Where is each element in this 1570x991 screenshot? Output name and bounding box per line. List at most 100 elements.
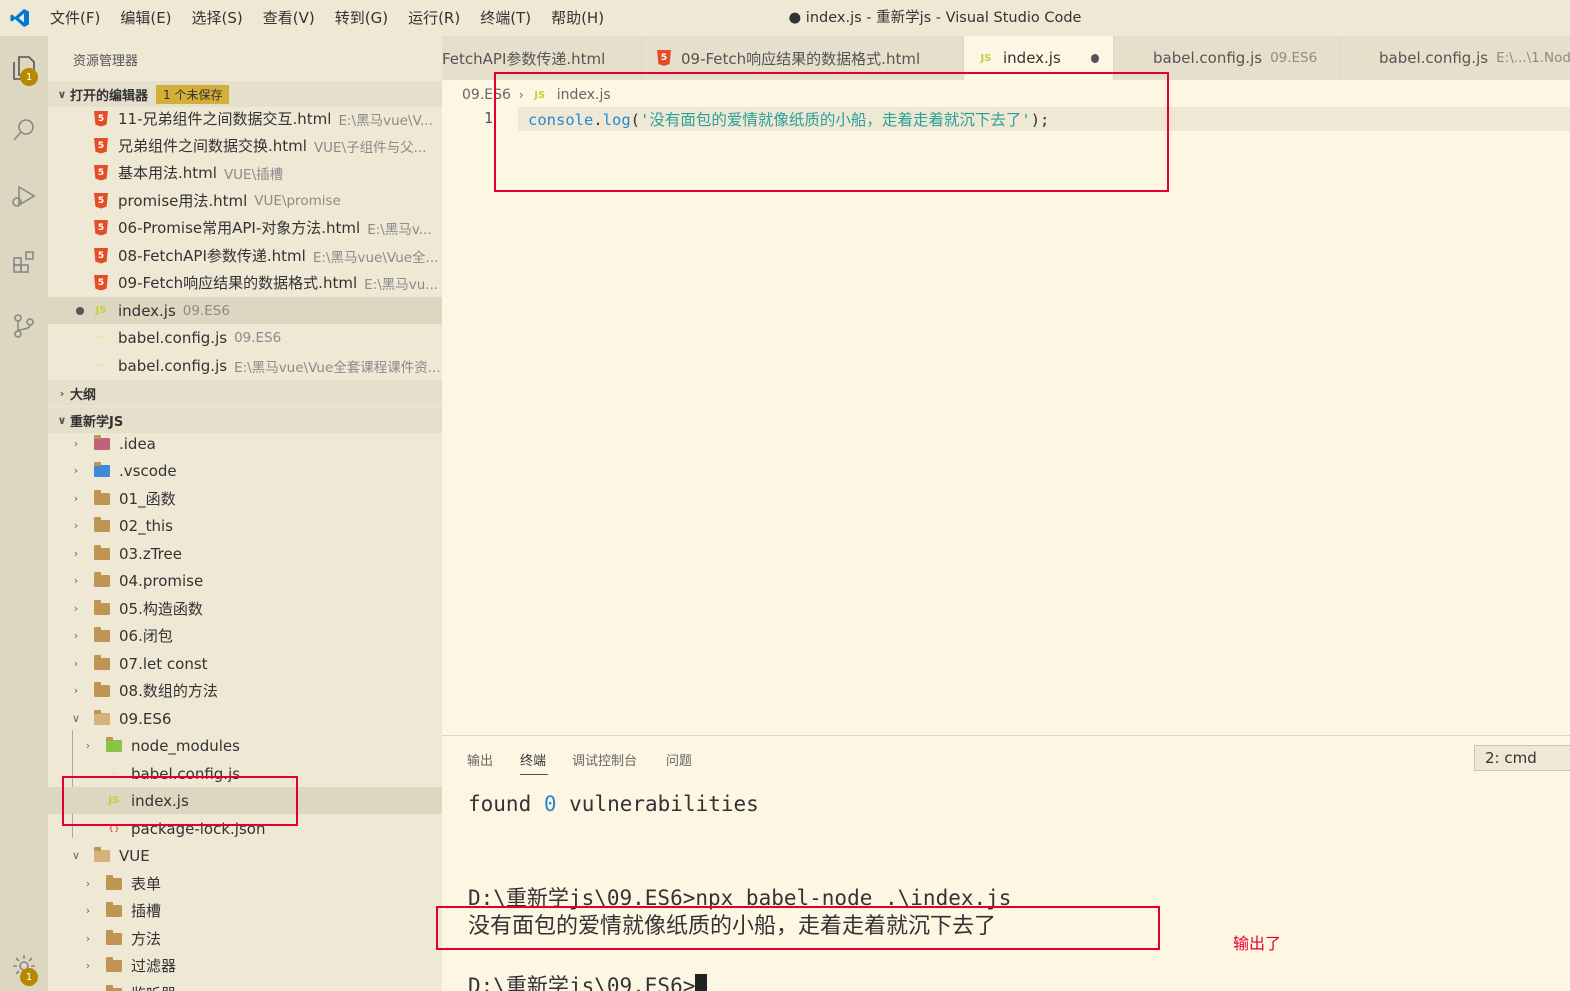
chevron-right-icon: › (73, 629, 79, 642)
tree-item-vscode[interactable]: › .vscode (48, 457, 442, 484)
bottom-panel: 输出 终端 调试控制台 问题 2: cmd found 0 vulnerabil… (442, 735, 1570, 991)
tree-folder[interactable]: › 08.数组的方法 (48, 677, 442, 704)
tree-folder-open[interactable]: ∨ VUE (48, 842, 442, 869)
unsaved-dot-icon (76, 306, 84, 315)
open-editors-header[interactable]: ∨ 打开的编辑器 1 个未保存 (48, 81, 442, 107)
tree-folder[interactable]: › 03.zTree (48, 540, 442, 567)
chevron-right-icon: › (73, 574, 79, 587)
extensions-icon[interactable] (0, 238, 48, 286)
activity-bar: 1 1 (0, 36, 48, 991)
js-file-icon: JS (980, 52, 992, 64)
unsaved-dot-icon[interactable] (1090, 53, 1099, 63)
tree-folder[interactable]: › 07.let const (48, 650, 442, 677)
tree-folder-open[interactable]: ∨ 09.ES6 (48, 705, 442, 732)
debug-icon[interactable] (0, 172, 48, 220)
chevron-right-icon: › (73, 602, 79, 615)
chevron-right-icon: › (85, 959, 91, 972)
menu-run[interactable]: 运行(R) (398, 0, 470, 36)
menu-bar: 文件(F) 编辑(E) 选择(S) 查看(V) 转到(G) 运行(R) 终端(T… (40, 0, 614, 36)
outline-header[interactable]: › 大纲 (48, 380, 442, 406)
menu-help[interactable]: 帮助(H) (541, 0, 614, 36)
html5-icon: 5 (93, 137, 109, 154)
search-icon[interactable] (0, 106, 48, 154)
chevron-right-icon: › (85, 904, 91, 917)
html5-icon: 5 (93, 219, 109, 236)
title-bar: 文件(F) 编辑(E) 选择(S) 查看(V) 转到(G) 运行(R) 终端(T… (0, 0, 1570, 36)
chevron-down-icon: ∨ (57, 87, 67, 101)
menu-edit[interactable]: 编辑(E) (110, 0, 181, 36)
folder-icon (94, 599, 110, 617)
tree-folder[interactable]: › 监听器 (48, 980, 442, 991)
tree-folder[interactable]: › 插槽 (48, 897, 442, 924)
explorer-icon[interactable]: 1 (0, 44, 48, 92)
chevron-right-icon: › (73, 547, 79, 560)
open-editor-item[interactable]: 5 06-Promise常用API-对象方法.html E:\黑马v... (48, 214, 442, 241)
html5-icon: 5 (93, 274, 109, 291)
vscode-logo-icon (0, 0, 40, 36)
folder-icon (94, 626, 110, 644)
html5-icon: 5 (93, 110, 109, 127)
open-editor-item[interactable]: ∼ babel.config.js 09.ES6 (48, 324, 442, 351)
tree-folder[interactable]: › 06.闭包 (48, 622, 442, 649)
tab-babel-config-2[interactable]: ∼ babel.config.jsE:\...\1.Node (1340, 36, 1570, 80)
tree-folder[interactable]: › 05.构造函数 (48, 595, 442, 622)
terminal-cursor (695, 974, 708, 991)
tree-item-node-modules[interactable]: › node_modules (48, 732, 442, 759)
terminal-select[interactable]: 2: cmd (1474, 745, 1570, 771)
annotation-box-file (62, 776, 298, 826)
tree-folder[interactable]: › 02_this (48, 512, 442, 539)
folder-icon (106, 984, 122, 991)
folder-icon (94, 544, 110, 562)
tree-folder[interactable]: › 过滤器 (48, 952, 442, 979)
chevron-right-icon: › (73, 519, 79, 532)
chevron-right-icon: › (73, 492, 79, 505)
menu-terminal[interactable]: 终端(T) (470, 0, 541, 36)
terminal-prompt[interactable]: D:\重新学js\09.ES6> (468, 970, 708, 991)
folder-open-icon (94, 846, 110, 864)
idea-folder-icon (94, 434, 110, 452)
babel-file-icon: ∼ (97, 360, 105, 371)
outline-label: 大纲 (70, 387, 97, 403)
tab-debug-console[interactable]: 调试控制台 (572, 750, 637, 769)
open-editor-item[interactable]: ∼ babel.config.js E:\黑马vue\Vue全套课程课件资... (48, 352, 442, 379)
open-editors-label: 打开的编辑器 (70, 88, 149, 104)
menu-file[interactable]: 文件(F) (40, 0, 110, 36)
open-editor-item[interactable]: 5 09-Fetch响应结果的数据格式.html E:\黑马vu... (48, 269, 442, 296)
babel-file-icon: ∼ (1132, 53, 1140, 63)
open-editor-item[interactable]: 5 11-兄弟组件之间数据交互.html E:\黑马vue\V... (48, 105, 442, 132)
folder-icon (106, 929, 122, 947)
source-control-icon[interactable] (0, 302, 48, 350)
tree-folder[interactable]: › 表单 (48, 870, 442, 897)
tab-terminal[interactable]: 终端 (520, 750, 546, 769)
terminal-line: found 0 vulnerabilities (468, 792, 759, 816)
folder-icon (94, 654, 110, 672)
open-editor-item[interactable]: 5 08-FetchAPI参数传递.html E:\黑马vue\Vue全... (48, 242, 442, 269)
open-editor-item[interactable]: 5 兄弟组件之间数据交换.html VUE\子组件与父... (48, 132, 442, 159)
folder-icon (94, 571, 110, 589)
html5-icon: 5 (93, 247, 109, 264)
menu-goto[interactable]: 转到(G) (325, 0, 398, 36)
tree-folder[interactable]: › 方法 (48, 925, 442, 952)
open-editor-item[interactable]: 5 promise用法.html VUE\promise (48, 187, 442, 214)
active-tab-underline (520, 774, 548, 775)
open-editor-item[interactable]: 5 基本用法.html VUE\插槽 (48, 159, 442, 186)
tree-folder[interactable]: › 04.promise (48, 567, 442, 594)
js-file-icon: JS (95, 305, 107, 316)
annotation-box-output (436, 906, 1160, 950)
explorer-badge: 1 (20, 68, 38, 86)
chevron-right-icon: › (73, 437, 79, 450)
html5-icon: 5 (656, 50, 672, 66)
tree-item-idea[interactable]: › .idea (48, 430, 442, 457)
annotation-label: 输出了 (1233, 934, 1282, 953)
settings-gear-icon[interactable]: 1 (0, 942, 48, 990)
annotation-box-code (494, 72, 1169, 192)
babel-file-icon: ∼ (97, 332, 105, 343)
menu-view[interactable]: 查看(V) (253, 0, 325, 36)
folder-icon (94, 681, 110, 699)
chevron-right-icon: › (85, 932, 91, 945)
tab-output[interactable]: 输出 (467, 750, 493, 769)
menu-selection[interactable]: 选择(S) (182, 0, 253, 36)
open-editor-item-active[interactable]: JS index.js 09.ES6 (48, 297, 442, 324)
tree-folder[interactable]: › 01_函数 (48, 485, 442, 512)
tab-problems[interactable]: 问题 (666, 750, 692, 769)
